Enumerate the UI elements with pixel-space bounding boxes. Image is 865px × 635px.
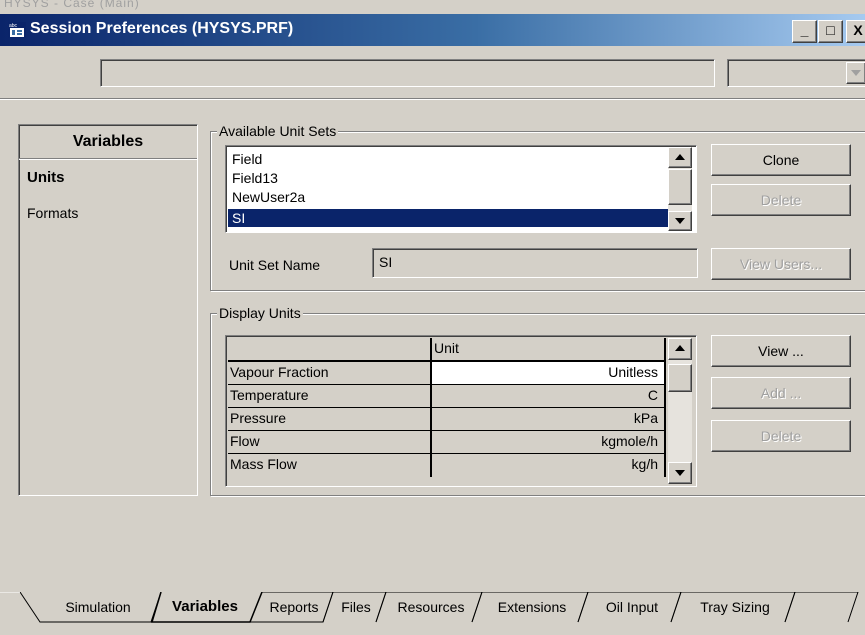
tab-variables[interactable]: Variables — [158, 592, 252, 622]
table-row-label: Pressure — [228, 408, 432, 431]
close-button[interactable]: X — [846, 20, 865, 43]
available-unit-sets-legend: Available Unit Sets — [217, 123, 339, 139]
unit-column-header: Unit — [432, 338, 666, 362]
view-users-label: View Users... — [739, 256, 823, 272]
preferences-tab-strip: Simulation Variables Reports Files Resou… — [0, 592, 865, 635]
list-item-selected[interactable]: SI — [228, 209, 668, 227]
variables-panel: Variables Units Formats — [18, 124, 198, 496]
scroll-thumb[interactable] — [668, 364, 692, 392]
list-item[interactable]: NewUser2a — [232, 188, 305, 206]
tab-files[interactable]: Files — [333, 592, 379, 622]
list-item[interactable]: Field13 — [232, 169, 278, 187]
tab-simulation[interactable]: Simulation — [48, 592, 148, 622]
view-button[interactable]: View ... — [711, 335, 851, 367]
minimize-icon: _ — [800, 22, 809, 38]
table-cell-unit[interactable]: Unitless — [432, 362, 666, 385]
toolbar-dropdown[interactable] — [727, 59, 865, 87]
table-row-label: Mass Flow — [228, 454, 432, 477]
display-units-grid[interactable]: Unit Vapour Fraction Unitless Temperatur… — [225, 335, 697, 487]
view-button-label: View ... — [758, 343, 804, 359]
add-button[interactable]: Add ... — [711, 377, 851, 409]
table-cell-unit[interactable]: kgmole/h — [432, 431, 666, 454]
dropdown-button[interactable] — [846, 62, 865, 84]
background-window-title: HYSYS - Case (Main) — [4, 0, 140, 10]
view-users-button[interactable]: View Users... — [711, 248, 851, 280]
title-bar[interactable]: abc Session Preferences (HYSYS.PRF) _ □ … — [0, 14, 865, 46]
table-row-label: Vapour Fraction — [228, 362, 432, 385]
unit-set-name-field[interactable]: SI — [372, 248, 698, 278]
clone-button-label: Clone — [762, 152, 800, 168]
toolbar-separator — [0, 98, 865, 100]
background-window-strip: HYSYS - Case (Main) — [0, 0, 865, 14]
scroll-thumb[interactable] — [668, 169, 692, 205]
unit-set-list[interactable]: Field Field13 NewUser2a SI — [225, 145, 697, 233]
svg-text:abc: abc — [9, 23, 18, 29]
table-cell-unit[interactable]: kg/h — [432, 454, 666, 477]
sidebar-item-formats[interactable]: Formats — [27, 205, 78, 221]
table-row-label: Temperature — [228, 385, 432, 408]
scroll-down-button[interactable] — [668, 211, 692, 231]
delete-unit-set-button[interactable]: Delete — [711, 184, 851, 216]
chevron-down-icon — [851, 70, 861, 76]
maximize-icon: □ — [826, 22, 835, 38]
minimize-button[interactable]: _ — [792, 20, 817, 43]
arrow-up-icon — [675, 345, 685, 351]
window-title: Session Preferences (HYSYS.PRF) — [30, 20, 294, 37]
tab-oil-input[interactable]: Oil Input — [588, 592, 676, 622]
tab-extensions[interactable]: Extensions — [482, 592, 582, 622]
table-cell-unit[interactable]: kPa — [432, 408, 666, 431]
list-item[interactable]: Field — [232, 150, 262, 168]
arrow-down-icon — [675, 218, 685, 224]
tab-tray-sizing[interactable]: Tray Sizing — [681, 592, 789, 622]
maximize-button[interactable]: □ — [818, 20, 843, 43]
display-units-legend: Display Units — [217, 305, 303, 321]
toolbar-text-field[interactable] — [100, 59, 715, 87]
display-units-scrollbar[interactable] — [668, 338, 692, 484]
scroll-down-button[interactable] — [668, 462, 692, 484]
unit-set-scrollbar[interactable] — [668, 147, 692, 231]
delete-display-unit-label: Delete — [760, 428, 802, 444]
close-icon: X — [853, 22, 863, 38]
clone-button[interactable]: Clone — [711, 144, 851, 176]
grid-corner-header — [228, 338, 432, 362]
table-cell-unit[interactable]: C — [432, 385, 666, 408]
sidebar-item-units[interactable]: Units — [27, 169, 65, 186]
variables-header: Variables — [72, 133, 144, 150]
variables-header-divider — [19, 158, 197, 160]
scroll-up-button[interactable] — [668, 147, 692, 168]
arrow-up-icon — [675, 154, 685, 160]
delete-unit-set-label: Delete — [760, 192, 802, 208]
add-button-label: Add ... — [760, 385, 802, 401]
unit-set-name-label: Unit Set Name — [229, 257, 321, 273]
arrow-down-icon — [675, 470, 685, 476]
hysys-app-icon: abc — [8, 22, 26, 38]
tab-reports[interactable]: Reports — [262, 592, 326, 622]
tab-resources[interactable]: Resources — [386, 592, 476, 622]
delete-display-unit-button[interactable]: Delete — [711, 420, 851, 452]
scroll-up-button[interactable] — [668, 338, 692, 360]
table-row-label: Flow — [228, 431, 432, 454]
